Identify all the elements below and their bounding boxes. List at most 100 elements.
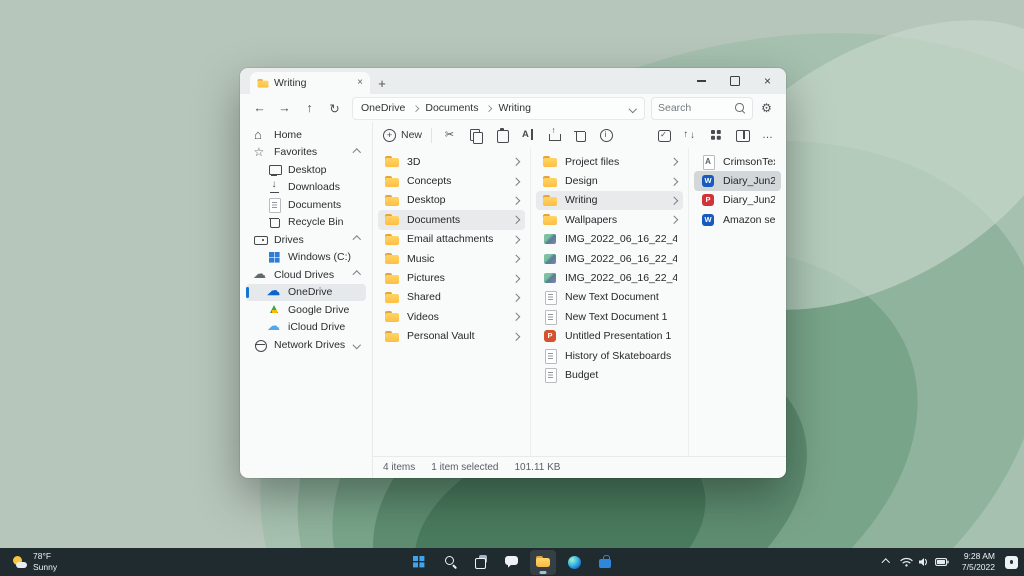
col2-item-img-2022-06-16-22-43[interactable]: IMG_2022_06_16_22_43 — [536, 268, 683, 287]
share-button[interactable] — [545, 127, 562, 144]
address-bar[interactable]: OneDrive Documents Writing — [352, 97, 645, 120]
col2-item-project-files[interactable]: Project files — [536, 152, 683, 171]
chevron-right-icon[interactable] — [511, 293, 519, 301]
hidden-icons-chevron[interactable] — [882, 558, 890, 566]
breadcrumb-segment-writing[interactable]: Writing — [498, 102, 530, 114]
close-button[interactable]: × — [751, 68, 784, 94]
col2-item-wallpapers[interactable]: Wallpapers — [536, 210, 683, 229]
titlebar[interactable]: Writing × + × — [240, 68, 786, 94]
col1-item-3d[interactable]: 3D — [378, 152, 525, 171]
col2-item-writing[interactable]: Writing — [536, 191, 683, 210]
col3-item-crimsontext-regular[interactable]: CrimsonText-Regular- — [694, 152, 781, 171]
new-button[interactable]: + New — [383, 129, 422, 142]
sidebar-item-downloads[interactable]: Downloads — [246, 179, 366, 197]
sidebar-item-home[interactable]: Home — [246, 126, 366, 144]
chevron-right-icon[interactable] — [669, 216, 677, 224]
up-button[interactable]: ↑ — [298, 97, 321, 120]
col1-item-pictures[interactable]: Pictures — [378, 268, 525, 287]
microsoft-store-button[interactable] — [592, 550, 618, 575]
file-explorer-button[interactable] — [530, 550, 556, 575]
minimize-button[interactable] — [685, 68, 718, 94]
tab-close-icon[interactable]: × — [357, 78, 363, 88]
address-dropdown-icon[interactable] — [628, 104, 636, 112]
maximize-button[interactable] — [718, 68, 751, 94]
tab-writing[interactable]: Writing × — [250, 72, 370, 94]
col3-item-diary-jun21[interactable]: Diary_Jun21 — [694, 171, 781, 190]
col1-item-concepts[interactable]: Concepts — [378, 171, 525, 190]
chevron-right-icon[interactable] — [669, 158, 677, 166]
new-tab-button[interactable]: + — [370, 72, 394, 94]
notification-badge[interactable] — [1005, 556, 1018, 569]
col2-item-history-of-skateboards[interactable]: History of Skateboards — [536, 346, 683, 365]
more-options-button[interactable]: … — [759, 127, 776, 144]
col2-item-img-2022-06-16-22-43[interactable]: IMG_2022_06_16_22_43 — [536, 249, 683, 268]
chevron-down-icon[interactable] — [352, 341, 360, 349]
copy-button[interactable] — [467, 127, 484, 144]
edge-browser-button[interactable] — [561, 550, 587, 575]
back-button[interactable]: ← — [248, 97, 271, 120]
chevron-right-icon[interactable] — [511, 216, 519, 224]
weather-widget[interactable]: 78°F Sunny — [8, 548, 61, 576]
view-options-button[interactable] — [707, 127, 724, 144]
task-view-button[interactable] — [468, 550, 494, 575]
chevron-right-icon[interactable] — [511, 177, 519, 185]
sidebar-item-favorites[interactable]: Favorites — [246, 144, 366, 162]
chevron-right-icon[interactable] — [511, 274, 519, 282]
info-button[interactable] — [597, 127, 614, 144]
settings-gear-button[interactable]: ⚙ — [755, 97, 778, 120]
delete-button[interactable] — [571, 127, 588, 144]
sidebar-item-icloud-drive[interactable]: iCloud Drive — [246, 319, 366, 337]
col2-item-img-2022-06-16-22-43[interactable]: IMG_2022_06_16_22_43 — [536, 230, 683, 249]
breadcrumb-segment-documents[interactable]: Documents — [425, 102, 498, 114]
select-mode-button[interactable] — [655, 127, 672, 144]
chevron-right-icon[interactable] — [511, 158, 519, 166]
search-input[interactable] — [658, 102, 730, 114]
chevron-right-icon[interactable] — [511, 196, 519, 204]
chevron-right-icon[interactable] — [669, 196, 677, 204]
sidebar-item-windows-c[interactable]: Windows (C:) — [246, 249, 366, 267]
col2-item-budget[interactable]: Budget — [536, 365, 683, 384]
tray-status-icons[interactable] — [897, 555, 952, 569]
search-box[interactable] — [651, 97, 753, 120]
sort-button[interactable] — [681, 127, 698, 144]
sidebar-item-drives[interactable]: Drives — [246, 231, 366, 249]
start-button[interactable] — [406, 550, 432, 575]
breadcrumb-segment-onedrive[interactable]: OneDrive — [361, 102, 425, 114]
sidebar-item-onedrive[interactable]: OneDrive — [246, 284, 366, 302]
sidebar-item-cloud-drives[interactable]: Cloud Drives — [246, 266, 366, 284]
col2-item-design[interactable]: Design — [536, 171, 683, 190]
col1-item-personal-vault[interactable]: Personal Vault — [378, 327, 525, 346]
preview-pane-button[interactable] — [733, 127, 750, 144]
chevron-right-icon[interactable] — [669, 177, 677, 185]
col1-item-email-attachments[interactable]: Email attachments — [378, 230, 525, 249]
chevron-up-icon[interactable] — [352, 236, 360, 244]
col2-item-untitled-presentation-1[interactable]: Untitled Presentation 1 — [536, 327, 683, 346]
forward-button[interactable]: → — [273, 97, 296, 120]
chevron-right-icon[interactable] — [511, 313, 519, 321]
chat-button[interactable] — [499, 550, 525, 575]
col1-item-videos[interactable]: Videos — [378, 307, 525, 326]
sidebar-item-google-drive[interactable]: Google Drive — [246, 301, 366, 319]
col3-item-amazon-sellers-newsl[interactable]: Amazon sellers newsl — [694, 210, 781, 229]
col1-item-music[interactable]: Music — [378, 249, 525, 268]
cut-button[interactable]: ✂ — [441, 127, 458, 144]
chevron-right-icon[interactable] — [511, 235, 519, 243]
col1-item-documents[interactable]: Documents — [378, 210, 525, 229]
sidebar-item-network-drives[interactable]: Network Drives — [246, 336, 366, 354]
sidebar-item-documents[interactable]: Documents — [246, 196, 366, 214]
col3-item-diary-jun21-exported[interactable]: Diary_Jun21 Exported — [694, 191, 781, 210]
chevron-up-icon[interactable] — [352, 148, 360, 156]
taskbar-clock[interactable]: 9:28 AM 7/5/2022 — [959, 551, 998, 572]
paste-button[interactable] — [493, 127, 510, 144]
col2-item-new-text-document-1[interactable]: New Text Document 1 — [536, 307, 683, 326]
col1-item-shared[interactable]: Shared — [378, 288, 525, 307]
col2-item-new-text-document[interactable]: New Text Document — [536, 288, 683, 307]
sidebar-item-recycle-bin[interactable]: Recycle Bin — [246, 214, 366, 232]
refresh-button[interactable]: ↻ — [323, 97, 346, 120]
taskbar-search-button[interactable] — [437, 550, 463, 575]
rename-button[interactable] — [519, 127, 536, 144]
sidebar-item-desktop[interactable]: Desktop — [246, 161, 366, 179]
chevron-right-icon[interactable] — [511, 255, 519, 263]
chevron-right-icon[interactable] — [511, 332, 519, 340]
chevron-up-icon[interactable] — [352, 271, 360, 279]
